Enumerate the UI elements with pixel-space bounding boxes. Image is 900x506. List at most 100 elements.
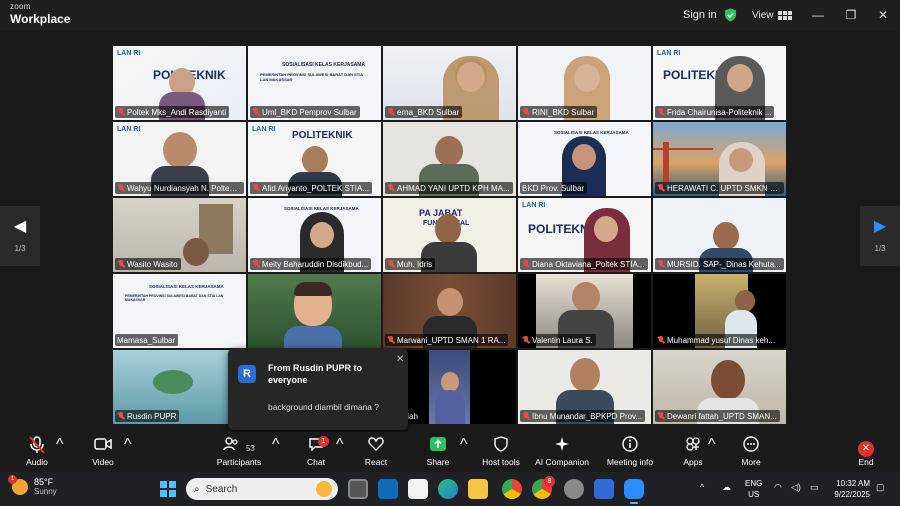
video-gallery: LAN RI POLITEKNIK Poltek Mks_Andi Rasdiy…: [113, 46, 787, 426]
apps-button[interactable]: Apps: [680, 436, 706, 467]
store-icon[interactable]: [408, 479, 428, 499]
slide-logo: LAN RI: [657, 50, 681, 57]
meeting-info-label: Meeting info: [606, 457, 654, 467]
system-clock[interactable]: 10:32 AM 9/22/2025: [828, 478, 870, 500]
video-tile[interactable]: LAN RI Wahyu Nurdiansyah N. Poltek S...: [113, 122, 246, 196]
react-label: React: [364, 457, 388, 467]
video-tile[interactable]: Muhammad yusuf Dinas keh...: [653, 274, 786, 348]
wifi-icon[interactable]: ◠: [774, 482, 782, 493]
video-tile[interactable]: Ibnu Munandar_BPKPD Prov...: [518, 350, 651, 424]
mic-muted-icon: [657, 184, 665, 192]
chrome-icon[interactable]: [502, 479, 522, 499]
mic-muted-icon: [387, 260, 395, 268]
settings-gear-icon[interactable]: [564, 479, 584, 499]
mic-muted-icon: [522, 412, 530, 420]
video-tile[interactable]: AHMAD YANI UPTD KPH MA...: [383, 122, 516, 196]
mic-muted-icon: [117, 260, 125, 268]
more-button[interactable]: More: [738, 436, 764, 467]
video-options-caret[interactable]: ^: [124, 436, 132, 454]
host-tools-button[interactable]: Host tools: [480, 436, 522, 467]
participant-nameplate: Poltek Mks_Andi Rasdiyanti: [115, 106, 230, 118]
weather-badge: 1: [8, 474, 17, 484]
close-icon[interactable]: ✕: [873, 5, 893, 25]
video-tile[interactable]: RINI_BKD Sulbar: [518, 46, 651, 120]
volume-icon[interactable]: ◁): [791, 482, 801, 493]
security-shield-icon[interactable]: [724, 8, 737, 22]
notification-icon[interactable]: ▢: [876, 482, 885, 493]
slide-logo: LAN RI: [252, 126, 276, 133]
participants-options-caret[interactable]: ^: [272, 436, 280, 454]
chat-notification[interactable]: R From Rusdin PUPR to everyone backgroun…: [228, 348, 408, 430]
video-button[interactable]: Video: [88, 436, 118, 467]
chevron-right-icon: ▶: [873, 218, 887, 235]
previous-page-button[interactable]: ◀ 1/3: [0, 206, 40, 266]
video-tile[interactable]: [248, 274, 381, 348]
audio-options-caret[interactable]: ^: [56, 436, 64, 454]
info-icon: [604, 436, 656, 456]
apps-options-caret[interactable]: ^: [708, 436, 716, 454]
chat-options-caret[interactable]: ^: [336, 436, 344, 454]
tray-overflow-icon[interactable]: ^: [700, 482, 704, 492]
battery-icon[interactable]: ▭: [810, 482, 819, 493]
grid-icon: [777, 10, 792, 20]
audio-button[interactable]: Audio: [22, 436, 52, 467]
video-tile[interactable]: Rusdin PUPR: [113, 350, 246, 424]
file-explorer-icon[interactable]: [468, 479, 488, 499]
slide-logo: LAN RI: [117, 126, 141, 133]
video-tile[interactable]: PA JABAT FUNGSIONAL Muh. Idris: [383, 198, 516, 272]
video-tile[interactable]: SOSIALISASI KELAS KERJASAMA PEMERINTAH P…: [113, 274, 246, 348]
mic-muted-icon: [522, 108, 530, 116]
video-tile-active-speaker[interactable]: SOSIALISASI KELAS KERJASAMA BKD Prov. Su…: [518, 122, 651, 196]
notepad-icon[interactable]: [594, 479, 614, 499]
video-tile[interactable]: SOSIALISASI KELAS KERJASAMA Meity Baharu…: [248, 198, 381, 272]
language-indicator[interactable]: ENG US: [745, 478, 762, 500]
brand-bottom: Workplace: [10, 12, 71, 26]
task-view-icon[interactable]: [348, 479, 368, 499]
mic-muted-icon: [387, 108, 395, 116]
video-tile[interactable]: Valentin Laura S.: [518, 274, 651, 348]
mic-muted-icon: [657, 412, 665, 420]
video-tile[interactable]: LAN RI POLITEKNIK Poltek Mks_Andi Rasdiy…: [113, 46, 246, 120]
onedrive-icon[interactable]: ☁: [722, 482, 731, 493]
windows-start-icon[interactable]: [160, 481, 176, 497]
end-meeting-button[interactable]: ✕ End: [852, 436, 880, 467]
video-tile[interactable]: LAN RI POLITEKNIK Afid Ariyanto_POLTEK S…: [248, 122, 381, 196]
weather-widget[interactable]: 1 85°F Sunny: [8, 474, 57, 496]
zoom-app-icon[interactable]: [624, 479, 644, 504]
view-button[interactable]: View: [746, 6, 798, 24]
more-icon: [738, 436, 764, 456]
slide-title: POLITEKNIK: [292, 130, 353, 141]
react-button[interactable]: React: [362, 436, 390, 467]
share-button[interactable]: Share: [424, 436, 452, 467]
host-tools-label: Host tools: [482, 457, 520, 467]
participants-button[interactable]: 53 Participants: [214, 436, 264, 467]
next-page-button[interactable]: ▶ 1/3: [860, 206, 900, 266]
video-tile[interactable]: LAN RI POLITEKNIK Frida Chairunisa-Polit…: [653, 46, 786, 120]
chevron-left-icon: ◀: [13, 218, 27, 235]
video-tile[interactable]: SOSIALISASI KELAS KERJASAMA PEMERINTAH P…: [248, 46, 381, 120]
video-tile[interactable]: LAN RI POLITEKNIK Diana Oktaviana_Poltek…: [518, 198, 651, 272]
sender-avatar: R: [238, 365, 256, 383]
video-tile[interactable]: Dewanri fattah_UPTD SMAN...: [653, 350, 786, 424]
share-options-caret[interactable]: ^: [460, 436, 468, 454]
apps-icon: [680, 436, 706, 456]
participant-nameplate: Wasito Wasito: [115, 258, 181, 270]
ai-companion-button[interactable]: AI Companion: [534, 436, 590, 467]
mic-muted-icon: [22, 436, 52, 456]
taskbar-search[interactable]: ⌕ Search: [186, 478, 338, 500]
heart-icon: [362, 436, 390, 456]
video-tile[interactable]: Wasito Wasito: [113, 198, 246, 272]
meeting-info-button[interactable]: Meeting info: [604, 436, 656, 467]
minimize-icon[interactable]: —: [808, 5, 828, 25]
outlook-icon[interactable]: [378, 479, 398, 499]
close-icon[interactable]: ✕: [396, 354, 404, 365]
edge-icon[interactable]: [438, 479, 458, 499]
video-tile[interactable]: MURSID. SAP-_Dinas Kehuta...: [653, 198, 786, 272]
maximize-icon[interactable]: ❐: [841, 5, 861, 25]
video-tile[interactable]: Marwani_UPTD SMAN 1 RA...: [383, 274, 516, 348]
video-tile[interactable]: HERAWATI C. UPTD SMKN C...: [653, 122, 786, 196]
mic-muted-icon: [522, 260, 530, 268]
video-tile[interactable]: erna_BKD Sulbar: [383, 46, 516, 120]
sign-in-button[interactable]: Sign in: [683, 9, 717, 21]
participant-nameplate: Diana Oktaviana_Poltek STIA...: [520, 258, 648, 270]
